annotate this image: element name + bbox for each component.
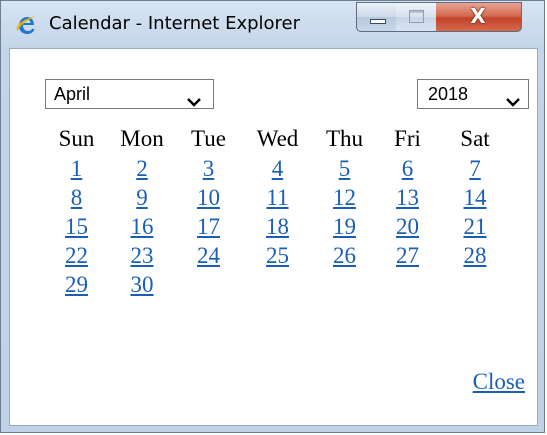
day-link[interactable]: 11: [266, 185, 288, 210]
day-link[interactable]: 24: [197, 243, 220, 268]
day-cell: 20: [375, 212, 440, 241]
weekday-wed: Wed: [256, 126, 299, 151]
day-cell: 14: [440, 183, 510, 212]
day-link[interactable]: 26: [333, 243, 356, 268]
week-row: 15 16 17 18 19 20 21: [45, 212, 510, 241]
day-cell: 19: [314, 212, 375, 241]
day-link[interactable]: 15: [65, 214, 88, 239]
day-cell-empty: [375, 270, 440, 299]
weekday-thu: Thu: [325, 126, 364, 151]
week-row: 22 23 24 25 26 27 28: [45, 241, 510, 270]
minimize-icon: [370, 19, 386, 24]
day-cell: 12: [314, 183, 375, 212]
day-link[interactable]: 28: [464, 243, 487, 268]
day-link[interactable]: 27: [396, 243, 419, 268]
day-cell: 7: [440, 154, 510, 183]
day-cell: 3: [176, 154, 241, 183]
title-bar[interactable]: Calendar - Internet Explorer X: [1, 1, 544, 47]
day-cell: 29: [45, 270, 108, 299]
weekday-sat: Sat: [460, 126, 490, 151]
maximize-icon: [409, 10, 424, 23]
day-cell: 30: [108, 270, 176, 299]
day-cell: 25: [241, 241, 314, 270]
day-link[interactable]: 17: [197, 214, 220, 239]
close-icon: X: [470, 4, 486, 28]
year-select[interactable]: 2018: [417, 79, 529, 109]
close-window-button[interactable]: X: [436, 2, 522, 32]
day-link[interactable]: 19: [333, 214, 356, 239]
day-link[interactable]: 14: [464, 185, 487, 210]
day-link[interactable]: 6: [402, 156, 414, 181]
day-cell: 18: [241, 212, 314, 241]
day-cell: 8: [45, 183, 108, 212]
weekday-sun: Sun: [58, 126, 95, 151]
weekday-mon: Mon: [120, 126, 164, 151]
day-cell: 11: [241, 183, 314, 212]
day-link[interactable]: 4: [272, 156, 284, 181]
day-link[interactable]: 2: [136, 156, 148, 181]
calendar-panel: April 2018 Sun Mon Tue Wed Thu Fri Sat 1…: [9, 48, 538, 426]
day-link[interactable]: 23: [131, 243, 154, 268]
chevron-down-icon: [186, 88, 202, 107]
day-cell: 13: [375, 183, 440, 212]
window-title: Calendar - Internet Explorer: [49, 13, 301, 34]
month-select-value: April: [54, 84, 91, 104]
day-cell: 26: [314, 241, 375, 270]
day-cell: 22: [45, 241, 108, 270]
day-link[interactable]: 20: [396, 214, 419, 239]
day-cell: 2: [108, 154, 176, 183]
day-cell-empty: [440, 270, 510, 299]
day-cell: 17: [176, 212, 241, 241]
day-cell: 1: [45, 154, 108, 183]
weekday-tue: Tue: [191, 126, 226, 151]
year-select-value: 2018: [428, 84, 469, 104]
browser-window: Calendar - Internet Explorer X April 201…: [0, 0, 545, 433]
week-row: 8 9 10 11 12 13 14: [45, 183, 510, 212]
day-cell-empty: [241, 270, 314, 299]
weekday-header-row: Sun Mon Tue Wed Thu Fri Sat: [45, 124, 510, 154]
calendar-grid: Sun Mon Tue Wed Thu Fri Sat 1 2 3 4 5 6: [45, 124, 510, 299]
day-link[interactable]: 25: [266, 243, 289, 268]
day-cell: 28: [440, 241, 510, 270]
day-link[interactable]: 1: [71, 156, 83, 181]
day-link[interactable]: 18: [266, 214, 289, 239]
week-row: 29 30: [45, 270, 510, 299]
day-link[interactable]: 8: [71, 185, 83, 210]
minimize-button[interactable]: [356, 2, 397, 32]
day-link[interactable]: 16: [131, 214, 154, 239]
day-cell-empty: [176, 270, 241, 299]
day-link[interactable]: 3: [203, 156, 215, 181]
day-cell: 27: [375, 241, 440, 270]
day-link[interactable]: 30: [131, 272, 154, 297]
day-cell-empty: [314, 270, 375, 299]
week-row: 1 2 3 4 5 6 7: [45, 154, 510, 183]
day-cell: 10: [176, 183, 241, 212]
weekday-fri: Fri: [394, 126, 421, 151]
day-cell: 16: [108, 212, 176, 241]
day-link[interactable]: 10: [197, 185, 220, 210]
maximize-button[interactable]: [396, 2, 437, 32]
month-select[interactable]: April: [45, 79, 214, 109]
chevron-down-icon: [505, 88, 521, 107]
day-cell: 15: [45, 212, 108, 241]
day-cell: 21: [440, 212, 510, 241]
internet-explorer-icon: [15, 14, 37, 36]
close-calendar-link[interactable]: Close: [473, 369, 525, 395]
day-cell: 4: [241, 154, 314, 183]
day-link[interactable]: 12: [333, 185, 356, 210]
day-link[interactable]: 21: [464, 214, 487, 239]
day-link[interactable]: 13: [396, 185, 419, 210]
day-cell: 5: [314, 154, 375, 183]
day-link[interactable]: 7: [469, 156, 481, 181]
day-cell: 23: [108, 241, 176, 270]
day-link[interactable]: 29: [65, 272, 88, 297]
day-cell: 24: [176, 241, 241, 270]
day-link[interactable]: 9: [136, 185, 148, 210]
day-link[interactable]: 5: [339, 156, 351, 181]
day-cell: 9: [108, 183, 176, 212]
day-link[interactable]: 22: [65, 243, 88, 268]
day-cell: 6: [375, 154, 440, 183]
